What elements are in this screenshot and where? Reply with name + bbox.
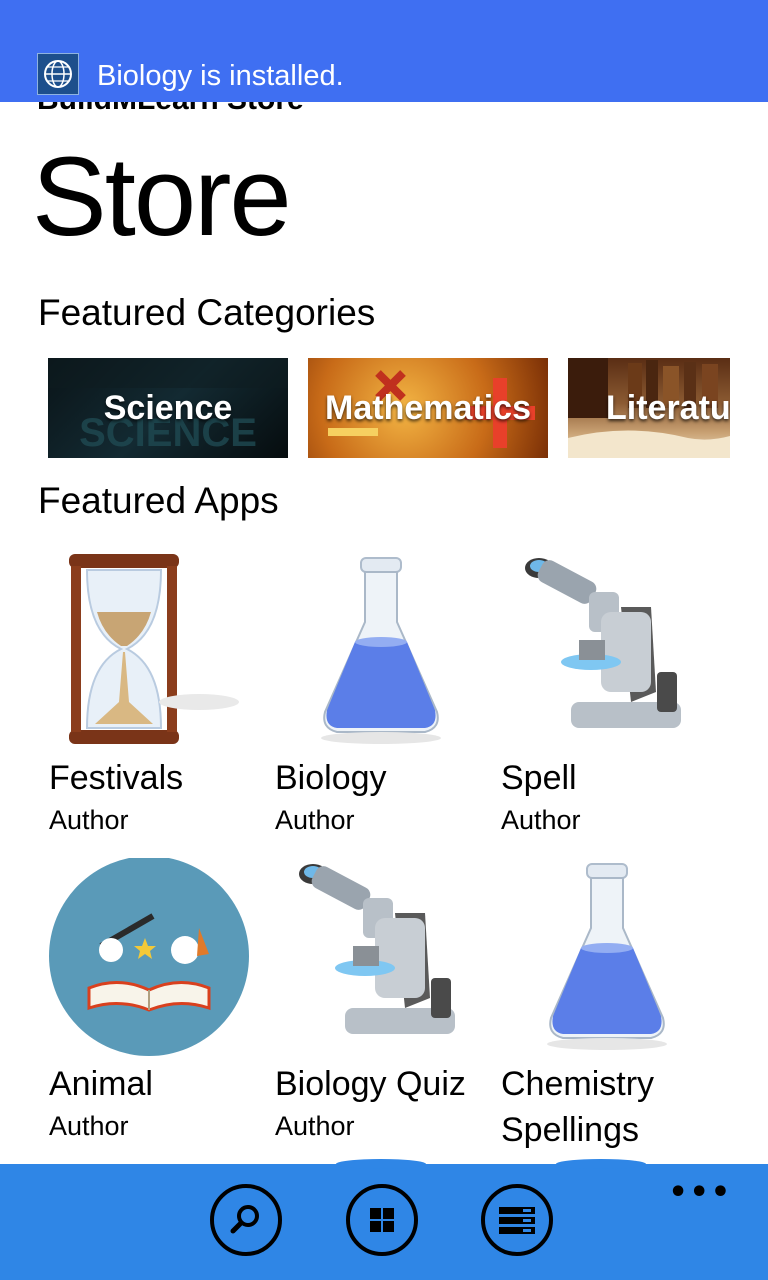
app-name: Festivals xyxy=(49,759,184,797)
flask-icon xyxy=(547,863,667,1050)
app-author: Author xyxy=(49,805,129,835)
app-author: Author xyxy=(275,805,355,835)
category-label: Literatu xyxy=(606,388,730,427)
magic-book-icon xyxy=(49,858,249,1056)
app-name: Biology xyxy=(275,759,387,797)
app-bar-edge xyxy=(336,1159,426,1169)
app-author: Author xyxy=(49,1111,129,1141)
featured-apps-heading: Featured Apps xyxy=(38,480,279,521)
microscope-icon xyxy=(299,864,455,1034)
hourglass-icon xyxy=(69,554,239,744)
search-button[interactable] xyxy=(210,1184,282,1256)
app-name: Spell xyxy=(501,759,577,797)
app-bar: ••• xyxy=(0,1159,768,1280)
list-icon xyxy=(499,1207,535,1234)
app-name: Biology Quiz xyxy=(275,1065,466,1103)
globe-icon xyxy=(37,53,79,95)
category-tile-science[interactable]: SCIENCE Science xyxy=(48,358,288,458)
app-tile-animal[interactable]: Animal Author xyxy=(49,858,269,1148)
featured-categories-heading: Featured Categories xyxy=(38,292,376,333)
grid-icon xyxy=(370,1208,394,1232)
app-tile-chemistry-spellings[interactable]: Chemistry Spellings xyxy=(501,858,721,1149)
app-tile-biology-quiz[interactable]: Biology Quiz Author xyxy=(275,858,495,1148)
app-name-second-line: Spellings xyxy=(501,1111,639,1149)
category-tile-mathematics[interactable]: Mathematics xyxy=(308,358,548,458)
notification-text: Biology is installed. xyxy=(97,60,344,92)
app-name: Chemistry xyxy=(501,1065,655,1103)
flask-icon xyxy=(321,557,441,744)
app-tile-spell[interactable]: Spell Author xyxy=(501,552,721,842)
app-name: Animal xyxy=(49,1065,153,1103)
search-icon xyxy=(230,1205,259,1234)
app-tile-festivals[interactable]: Festivals Author xyxy=(49,552,269,842)
category-tile-literature[interactable]: Literatu xyxy=(568,358,730,458)
categories-button[interactable] xyxy=(346,1184,418,1256)
microscope-icon xyxy=(525,558,681,728)
app-author: Author xyxy=(275,1111,355,1141)
category-label: Mathematics xyxy=(325,388,531,427)
app-author: Author xyxy=(501,805,581,835)
list-button[interactable] xyxy=(481,1184,553,1256)
install-notification[interactable]: Biology is installed. xyxy=(0,0,768,102)
page-title: Store xyxy=(32,134,292,259)
app-tile-biology[interactable]: Biology Author xyxy=(275,552,495,842)
more-options-button[interactable]: ••• xyxy=(668,1178,732,1208)
category-label: Science xyxy=(103,388,233,427)
app-bar-edge xyxy=(556,1159,646,1169)
